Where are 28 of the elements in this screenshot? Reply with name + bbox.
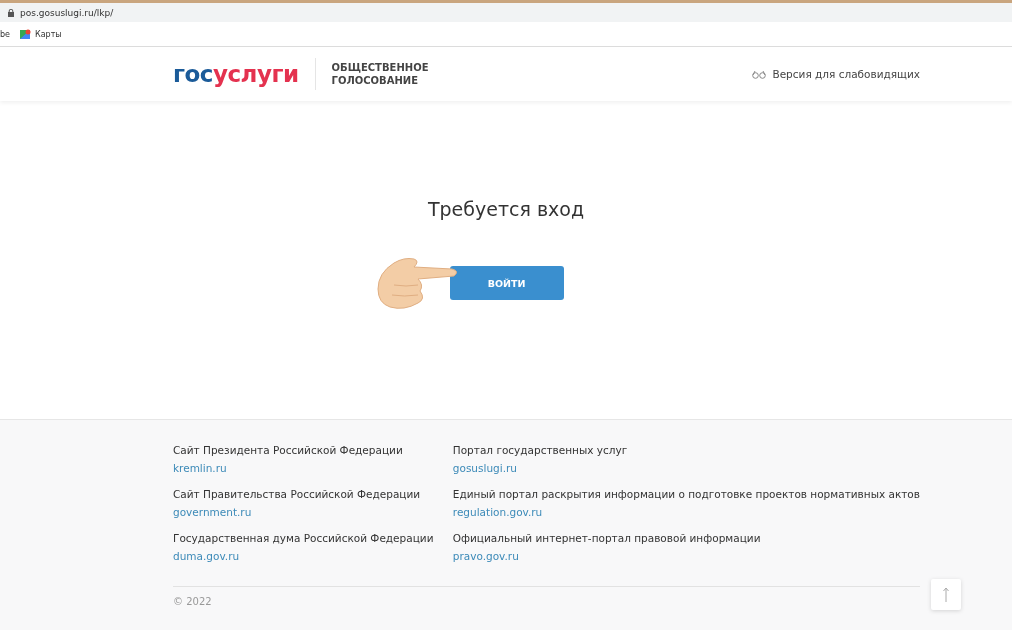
logo[interactable]: госуслуги [173, 62, 299, 86]
glasses-icon [752, 69, 767, 79]
maps-icon [20, 28, 31, 40]
up-arrow-icon [943, 586, 949, 603]
footer-link[interactable]: pravo.gov.ru [452, 550, 519, 562]
footer-link[interactable]: duma.gov.ru [173, 550, 240, 562]
link-description: Портал государственных услуг [452, 444, 629, 456]
page-heading: Требуется вход [427, 198, 585, 220]
link-description: Сайт Правительства Российской Федерации [173, 488, 422, 500]
subtitle: ОБЩЕСТВЕННОЕ [331, 61, 429, 74]
lock-icon [8, 8, 14, 17]
accessibility-link[interactable]: Версия для слабовидящих [752, 68, 920, 80]
url-text: pos.gosuslugi.ru/lkp/ [20, 7, 114, 18]
copyright: © 2022 [173, 596, 212, 607]
login-button[interactable]: ВОЙТИ [449, 266, 564, 300]
address-bar[interactable]: pos.gosuslugi.ru/lkp/ [0, 3, 1012, 22]
link-description: Официальный интернет-портал правовой информации [452, 532, 762, 544]
footer-link[interactable]: regulation.gov.ru [452, 506, 543, 518]
link-description: Сайт Президента Российской Федерации [173, 444, 404, 456]
footer-link[interactable]: kremlin.ru [173, 462, 227, 474]
footer-link[interactable]: government.ru [173, 506, 252, 518]
bookmark-link[interactable]: be [0, 29, 10, 39]
footer-link[interactable]: gosuslugi.ru [452, 462, 517, 474]
scroll-top-button[interactable] [931, 579, 961, 610]
link-description: Единый портал раскрытия информации о подготовке проектов нормативных актов [452, 488, 920, 500]
subtitle: ГОЛОСОВАНИЕ [331, 74, 419, 87]
link-description: Государственная дума Российской Федерации [173, 532, 435, 544]
bookmark-link[interactable]: Карты [35, 29, 62, 39]
